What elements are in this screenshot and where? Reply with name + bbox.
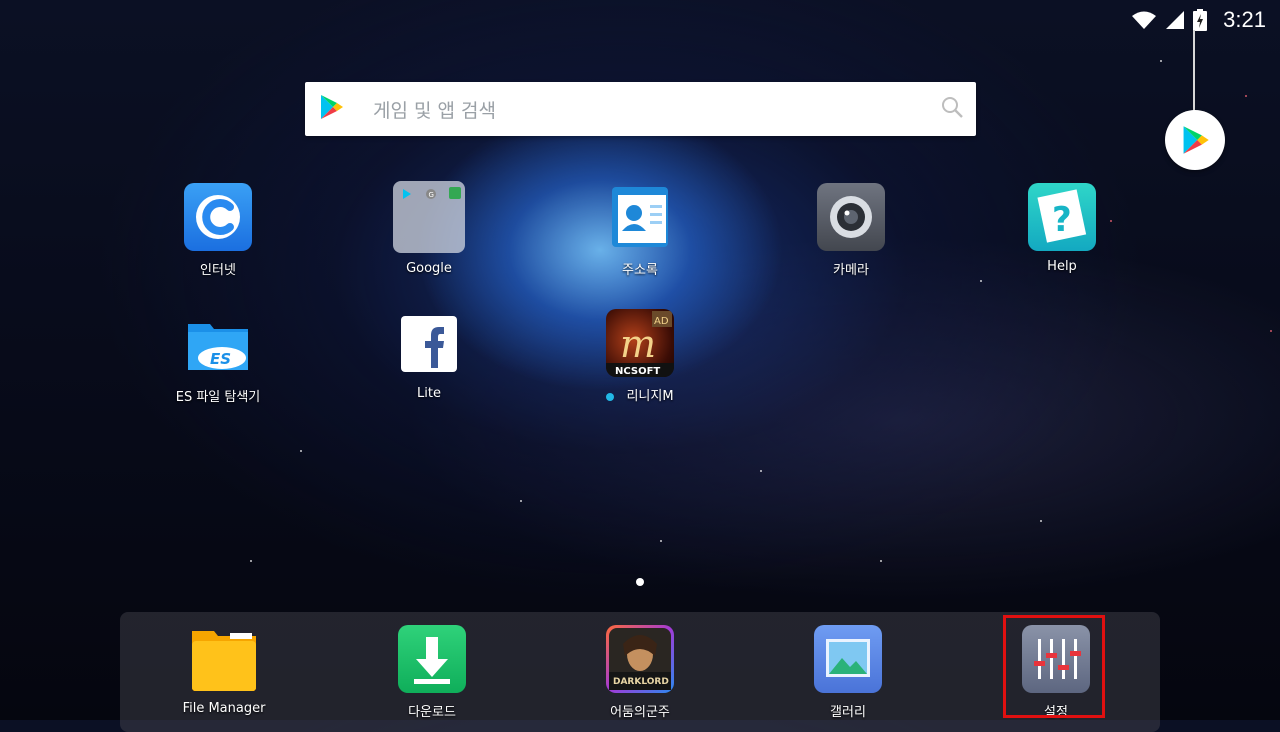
browser-icon — [184, 183, 252, 251]
play-search-bar[interactable]: 게임 및 앱 검색 — [305, 82, 976, 136]
app-label-row: 리니지M — [575, 385, 705, 404]
app-label: Lite — [417, 386, 441, 401]
dock-file-manager[interactable]: File Manager — [159, 625, 289, 716]
app-label: ES 파일 탐색기 — [175, 390, 261, 405]
app-label: 갤러리 — [830, 705, 866, 720]
app-label: 리니지M — [626, 389, 674, 404]
contacts-icon — [606, 183, 674, 251]
svg-text:?: ? — [1052, 200, 1072, 240]
app-label: 다운로드 — [408, 705, 456, 720]
lineage-m-icon: m AD NCSOFT — [606, 309, 674, 377]
dock-gallery[interactable]: 갤러리 — [783, 625, 913, 720]
download-icon — [398, 625, 466, 693]
signal-icon — [1165, 10, 1185, 30]
play-store-icon — [1183, 126, 1209, 154]
app-label: 카메라 — [833, 263, 869, 278]
app-help[interactable]: ? Help — [997, 183, 1127, 274]
battery-charging-icon — [1193, 9, 1208, 31]
google-folder-icon: G — [393, 181, 465, 253]
page-indicator — [636, 578, 644, 586]
status-clock: 3:21 — [1223, 7, 1266, 32]
play-store-icon — [305, 93, 373, 125]
search-placeholder[interactable]: 게임 및 앱 검색 — [373, 96, 940, 123]
facebook-lite-icon — [401, 316, 457, 372]
wifi-icon — [1131, 10, 1157, 30]
app-label: File Manager — [182, 701, 266, 716]
app-label: 주소록 — [622, 263, 658, 278]
darklord-brand: DARKLORD — [613, 677, 669, 687]
new-install-dot — [606, 392, 615, 401]
app-label: Help — [1047, 259, 1077, 274]
highlight-box — [1003, 615, 1105, 718]
app-label: 어둠의군주 — [610, 705, 670, 720]
svg-text:G: G — [429, 191, 434, 199]
app-lineage-m[interactable]: m AD NCSOFT 리니지M — [575, 309, 705, 404]
camera-icon — [817, 183, 885, 251]
play-store-shortcut[interactable] — [1165, 110, 1225, 170]
app-label: 인터넷 — [200, 263, 236, 278]
lineage-badge: AD — [654, 316, 669, 327]
app-facebook-lite[interactable]: Lite — [364, 316, 494, 401]
lineage-brand: NCSOFT — [615, 366, 660, 377]
svg-text:ES: ES — [210, 350, 231, 368]
app-google-folder[interactable]: G Google — [364, 181, 494, 276]
status-bar: 3:21 — [1131, 0, 1280, 40]
svg-text:m: m — [620, 322, 656, 366]
app-contacts[interactable]: 주소록 — [575, 183, 705, 278]
gallery-icon — [814, 625, 882, 693]
dock-darklord[interactable]: DARKLORD 어둠의군주 — [575, 625, 705, 720]
app-internet[interactable]: 인터넷 — [153, 183, 283, 278]
app-camera[interactable]: 카메라 — [786, 183, 916, 278]
es-file-explorer-icon: ES — [184, 310, 252, 378]
help-icon: ? — [1028, 183, 1096, 251]
app-es-file-explorer[interactable]: ES ES 파일 탐색기 — [153, 310, 283, 405]
search-icon[interactable] — [940, 95, 976, 123]
app-label: Google — [406, 261, 452, 276]
dock-download[interactable]: 다운로드 — [367, 625, 497, 720]
folder-icon — [190, 625, 258, 693]
darklord-icon: DARKLORD — [606, 625, 674, 693]
play-pull-handle-line — [1193, 30, 1195, 112]
